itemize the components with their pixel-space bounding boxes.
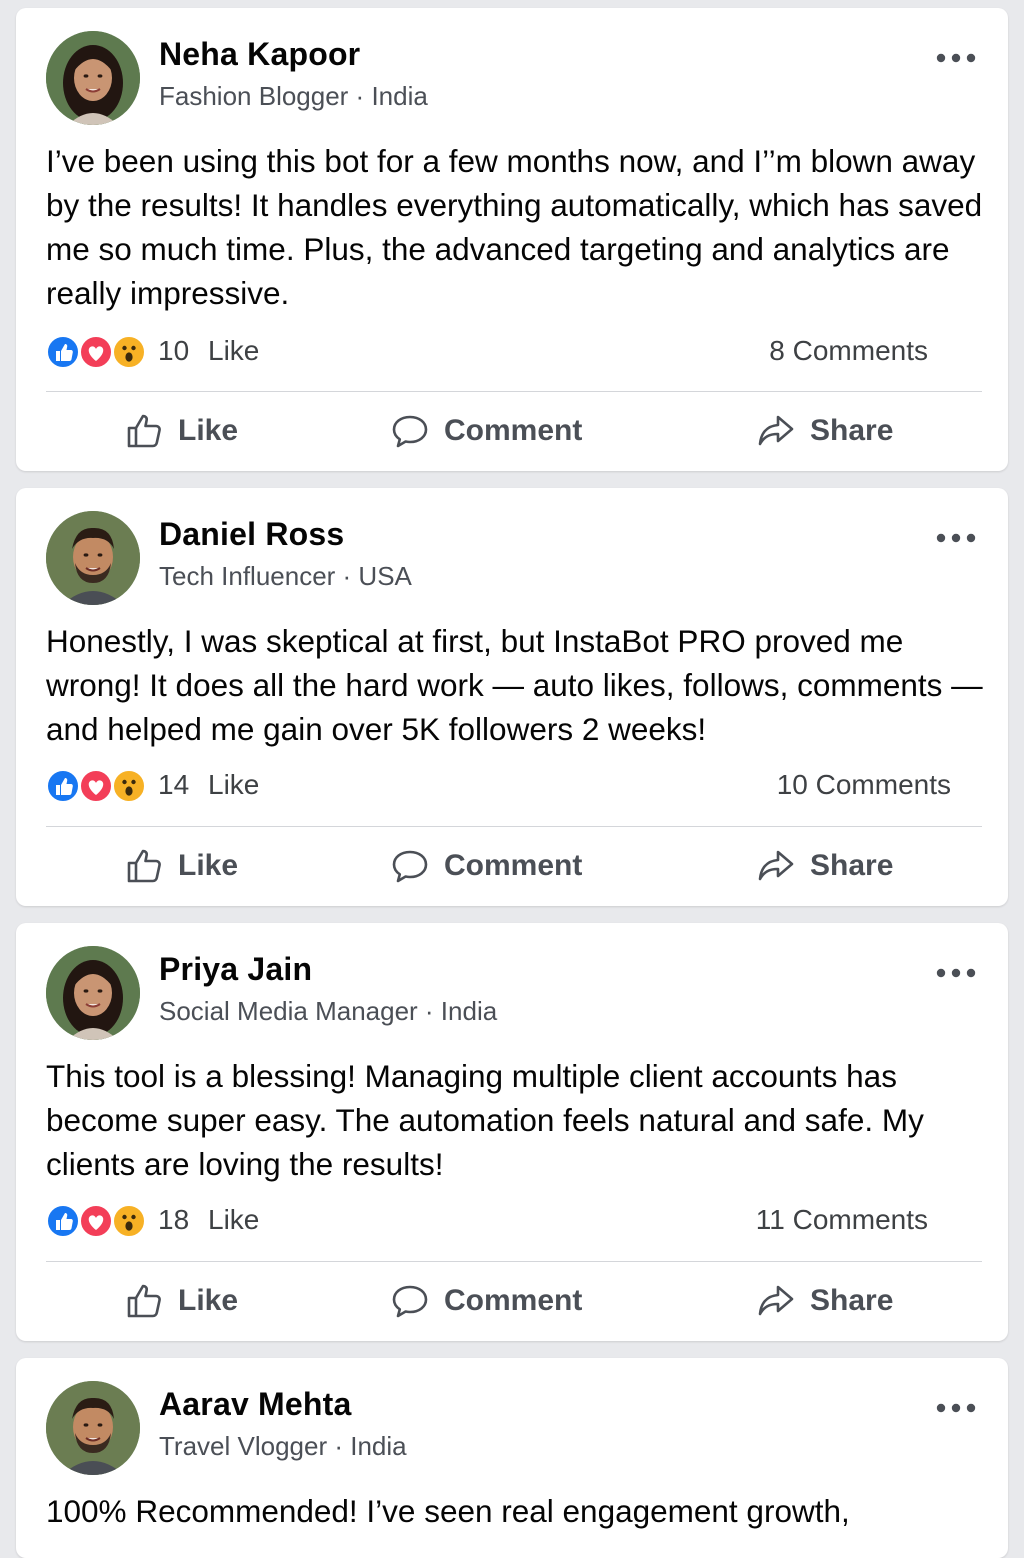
divider: [46, 1261, 982, 1262]
share-icon: [756, 846, 796, 886]
like-button-label: Like: [178, 414, 239, 447]
author-meta: Social Media Manager · India: [159, 996, 498, 1026]
like-count[interactable]: 10: [158, 335, 189, 367]
wow-reaction-icon: [112, 1204, 146, 1238]
comments-count[interactable]: 10 Comments: [777, 769, 951, 801]
more-options-icon[interactable]: [934, 961, 978, 985]
like-count-label: Like: [208, 335, 260, 366]
share-button[interactable]: Share: [756, 836, 893, 896]
thumbs-up-reaction-icon: [46, 335, 80, 369]
wow-reaction-icon: [112, 769, 146, 803]
post-card: Priya Jain Social Media Manager · India …: [16, 923, 1008, 1341]
post-text: 100% Recommended! I’ve seen real engagem…: [46, 1493, 850, 1529]
reaction-icons[interactable]: [46, 335, 150, 371]
thumbs-up-reaction-icon: [46, 1204, 80, 1238]
comment-button-label: Comment: [444, 1284, 583, 1317]
wow-reaction-icon: [112, 335, 146, 369]
post-stats: 18 Like 11 Comments: [46, 1202, 978, 1242]
avatar[interactable]: [46, 31, 140, 125]
reaction-icons[interactable]: [46, 1204, 150, 1240]
thumbs-up-icon: [124, 1281, 164, 1321]
heart-reaction-icon: [79, 1204, 113, 1238]
like-count-label: Like: [208, 1204, 260, 1235]
share-button-label: Share: [810, 849, 894, 882]
divider: [46, 826, 982, 827]
like-count[interactable]: 18: [158, 1204, 189, 1236]
author-name[interactable]: Neha Kapoor: [159, 36, 360, 73]
post-stats: 14 Like 10 Comments: [46, 767, 978, 807]
more-options-icon[interactable]: [934, 46, 978, 70]
comment-icon: [390, 846, 430, 886]
testimonial-feed: Neha Kapoor Fashion Blogger · India I’ve…: [0, 0, 1024, 1558]
author-meta: Tech Influencer · USA: [159, 561, 412, 591]
post-actions: Like Comment Share: [16, 401, 1008, 461]
post-actions: Like Comment Share: [16, 836, 1008, 896]
comment-button-label: Comment: [444, 849, 583, 882]
avatar[interactable]: [46, 946, 140, 1040]
reaction-icons[interactable]: [46, 769, 150, 805]
share-button-label: Share: [810, 1284, 894, 1317]
like-button[interactable]: Like: [124, 1271, 238, 1331]
share-button-label: Share: [810, 414, 894, 447]
comment-button-label: Comment: [444, 414, 583, 447]
divider: [46, 391, 982, 392]
author-name[interactable]: Aarav Mehta: [159, 1386, 352, 1423]
like-button[interactable]: Like: [124, 401, 238, 461]
author-name[interactable]: Priya Jain: [159, 951, 312, 988]
comment-icon: [390, 411, 430, 451]
avatar[interactable]: [46, 511, 140, 605]
thumbs-up-icon: [124, 411, 164, 451]
heart-reaction-icon: [79, 335, 113, 369]
like-button-label: Like: [178, 1284, 239, 1317]
post-card: Neha Kapoor Fashion Blogger · India I’ve…: [16, 8, 1008, 471]
thumbs-up-reaction-icon: [46, 769, 80, 803]
more-options-icon[interactable]: [934, 526, 978, 550]
heart-reaction-icon: [79, 769, 113, 803]
comment-button[interactable]: Comment: [390, 401, 582, 461]
comments-count[interactable]: 11 Comments: [756, 1204, 928, 1236]
like-count-label: Like: [208, 769, 260, 800]
like-button[interactable]: Like: [124, 836, 238, 896]
comment-button[interactable]: Comment: [390, 1271, 582, 1331]
thumbs-up-icon: [124, 846, 164, 886]
like-count[interactable]: 14: [158, 769, 189, 801]
like-button-label: Like: [178, 849, 239, 882]
comment-button[interactable]: Comment: [390, 836, 582, 896]
post-text: I’ve been using this bot for a few month…: [46, 143, 983, 311]
post-actions: Like Comment Share: [16, 1271, 1008, 1331]
post-text: This tool is a blessing! Managing multip…: [46, 1058, 924, 1182]
share-button[interactable]: Share: [756, 1271, 893, 1331]
more-options-icon[interactable]: [934, 1396, 978, 1420]
avatar[interactable]: [46, 1381, 140, 1475]
post-text: Honestly, I was skeptical at first, but …: [46, 623, 983, 747]
share-button[interactable]: Share: [756, 401, 893, 461]
author-meta: Fashion Blogger · India: [159, 81, 428, 111]
share-icon: [756, 411, 796, 451]
post-card: Aarav Mehta Travel Vlogger · India 100% …: [16, 1358, 1008, 1558]
post-card: Daniel Ross Tech Influencer · USA Honest…: [16, 488, 1008, 906]
author-name[interactable]: Daniel Ross: [159, 516, 344, 553]
comments-count[interactable]: 8 Comments: [769, 335, 928, 367]
share-icon: [756, 1281, 796, 1321]
comment-icon: [390, 1281, 430, 1321]
author-meta: Travel Vlogger · India: [159, 1431, 407, 1461]
post-stats: 10 Like 8 Comments: [46, 333, 978, 373]
